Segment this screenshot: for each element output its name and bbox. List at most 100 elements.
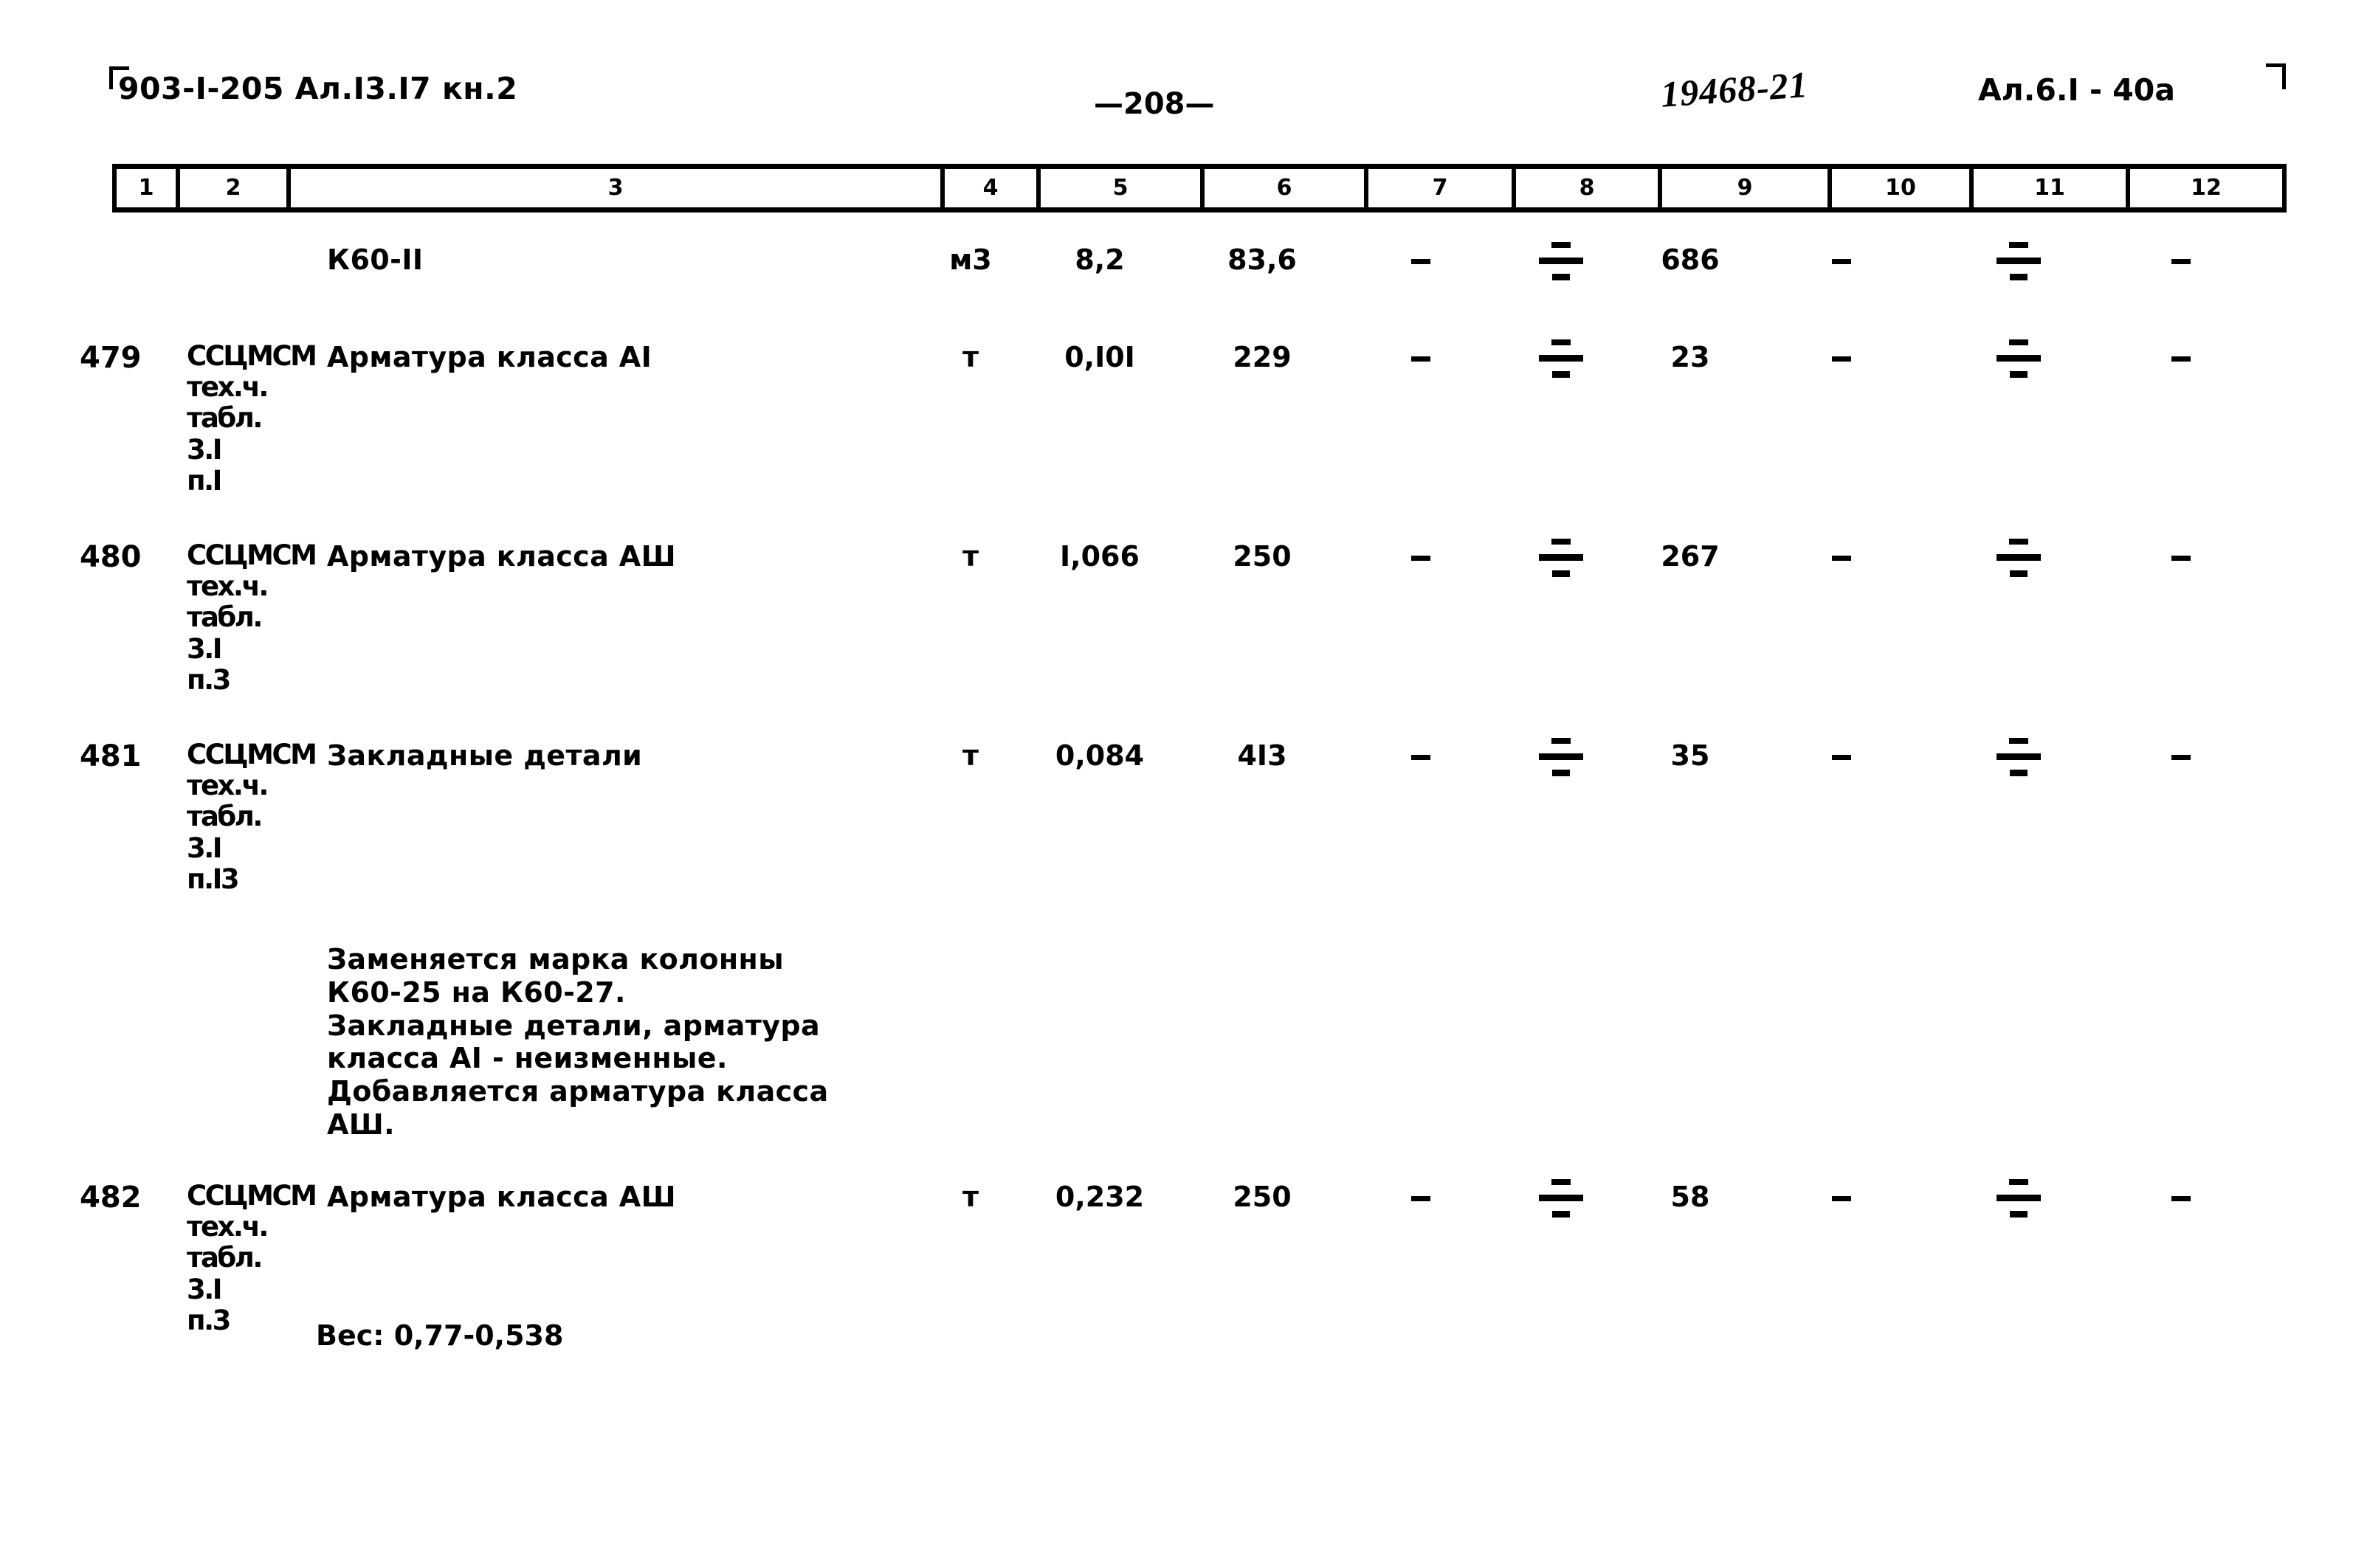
row-col12 <box>2126 739 2236 772</box>
column-number-1: 1 <box>112 169 180 207</box>
fraction-dash-icon <box>1538 539 1584 577</box>
dash-icon <box>1411 1196 1430 1201</box>
row-col9: 267 <box>1661 540 1720 573</box>
fraction-dash-icon <box>1538 1179 1584 1218</box>
row-col7 <box>1365 1181 1476 1213</box>
row-col8 <box>1506 1179 1616 1219</box>
row-source-ref: ССЦМСМ тех.ч. табл. 3.I п.I <box>187 340 317 497</box>
row-unit: т <box>962 540 979 573</box>
row-unit: т <box>962 1181 979 1213</box>
column-number-10: 10 <box>1832 169 1974 207</box>
row-description: Арматура класса АШ <box>327 540 676 573</box>
row-number: 480 <box>80 540 142 574</box>
column-number-7: 7 <box>1368 169 1516 207</box>
page-header: 903-I-205 Ал.I3.I7 кн.2 —208— 19468-21 А… <box>0 63 2353 121</box>
row-col8 <box>1506 738 1616 778</box>
row-col6: 4I3 <box>1237 739 1287 772</box>
row-unit: т <box>962 739 979 772</box>
dash-icon <box>1832 356 1851 362</box>
row-source-ref: ССЦМСМ тех.ч. табл. 3.I п.3 <box>187 539 317 696</box>
row-col8 <box>1506 339 1616 379</box>
column-number-4: 4 <box>945 169 1041 207</box>
dash-icon <box>2171 356 2191 362</box>
handwritten-stamp-number: 19468-21 <box>1659 63 1810 115</box>
row-number: 482 <box>80 1181 142 1215</box>
row-col9: 35 <box>1670 739 1710 772</box>
column-number-6: 6 <box>1205 169 1368 207</box>
row-col10 <box>1786 244 1897 276</box>
row-col5: 0,232 <box>1055 1181 1145 1213</box>
document-code-right: Ал.6.I - 40а <box>1978 72 2175 108</box>
dash-icon <box>1411 356 1430 362</box>
document-code-left: 903-I-205 Ал.I3.I7 кн.2 <box>118 71 518 106</box>
row-col12 <box>2126 244 2236 276</box>
column-number-9: 9 <box>1662 169 1832 207</box>
row-col12 <box>2126 1181 2236 1213</box>
column-number-2: 2 <box>180 169 291 207</box>
row-col8 <box>1506 539 1616 578</box>
row-col7 <box>1365 540 1476 573</box>
column-number-12: 12 <box>2130 169 2287 207</box>
dash-icon <box>2171 755 2191 760</box>
table-column-header: 1 2 3 4 5 6 7 8 9 10 11 12 <box>112 164 2287 213</box>
row-col12 <box>2126 341 2236 373</box>
row-col11 <box>1963 539 2074 578</box>
row-col5: 8,2 <box>1075 244 1125 276</box>
row-col5: 0,I0I <box>1064 341 1135 373</box>
row-col11 <box>1963 242 2074 282</box>
fraction-dash-icon <box>1538 339 1584 378</box>
row-col6: 229 <box>1233 341 1292 373</box>
dash-icon <box>1411 259 1430 264</box>
column-number-3: 3 <box>291 169 945 207</box>
dash-icon <box>2171 1196 2191 1201</box>
dash-icon <box>1411 556 1430 561</box>
row-col9: 686 <box>1661 244 1720 276</box>
row-source-ref: ССЦМСМ тех.ч. табл. 3.I п.3 <box>187 1180 317 1336</box>
row-col6: 250 <box>1233 1181 1292 1213</box>
row-col7 <box>1365 244 1476 276</box>
row-unit: м3 <box>949 244 992 276</box>
fraction-dash-icon <box>1996 738 2042 776</box>
note-text: Заменяется марка колонны К60-25 на К60-2… <box>327 943 829 1142</box>
row-weight-note: Вес: 0,77-0,538 <box>316 1319 564 1352</box>
row-description: Арматура класса АI <box>327 341 652 373</box>
row-col11 <box>1963 738 2074 778</box>
row-col6: 250 <box>1233 540 1292 573</box>
corner-bracket-right-icon <box>2266 63 2286 89</box>
row-col8 <box>1506 242 1616 282</box>
row-col6: 83,6 <box>1227 244 1297 276</box>
row-col11 <box>1963 1179 2074 1219</box>
dash-icon <box>1411 755 1430 760</box>
row-description: К60-II <box>327 244 424 276</box>
row-description: Арматура класса АШ <box>327 1181 676 1213</box>
column-number-5: 5 <box>1041 169 1205 207</box>
column-number-8: 8 <box>1516 169 1662 207</box>
fraction-dash-icon <box>1996 339 2042 378</box>
scanned-page: 903-I-205 Ал.I3.I7 кн.2 —208— 19468-21 А… <box>0 0 2353 1568</box>
row-unit: т <box>962 341 979 373</box>
dash-icon <box>1832 259 1851 264</box>
row-number: 481 <box>80 739 142 773</box>
fraction-dash-icon <box>1538 242 1584 280</box>
row-number: 479 <box>80 341 142 375</box>
row-col9: 23 <box>1670 341 1710 373</box>
row-col5: I,066 <box>1060 540 1140 573</box>
page-number: —208— <box>1094 87 1215 121</box>
row-source-ref: ССЦМСМ тех.ч. табл. 3.I п.I3 <box>187 739 317 895</box>
row-col10 <box>1786 341 1897 373</box>
row-col7 <box>1365 341 1476 373</box>
dash-icon <box>1832 556 1851 561</box>
dash-icon <box>2171 556 2191 561</box>
dash-icon <box>1832 755 1851 760</box>
fraction-dash-icon <box>1996 1179 2042 1218</box>
dash-icon <box>1832 1196 1851 1201</box>
column-number-11: 11 <box>1974 169 2130 207</box>
row-col10 <box>1786 540 1897 573</box>
fraction-dash-icon <box>1996 242 2042 280</box>
row-col10 <box>1786 739 1897 772</box>
fraction-dash-icon <box>1538 738 1584 776</box>
fraction-dash-icon <box>1996 539 2042 577</box>
dash-icon <box>2171 259 2191 264</box>
row-col9: 58 <box>1670 1181 1710 1213</box>
row-col12 <box>2126 540 2236 573</box>
